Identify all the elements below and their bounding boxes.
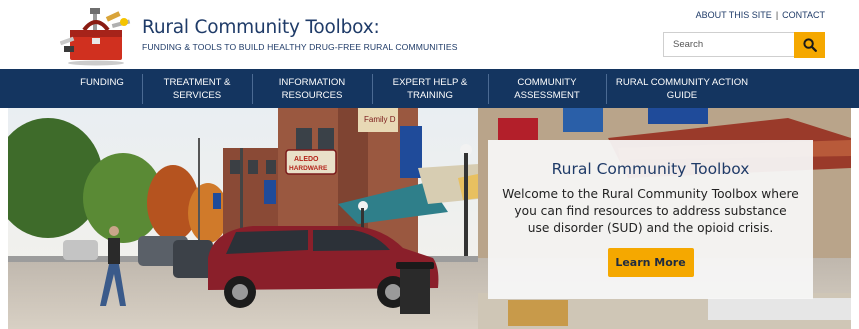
welcome-card: Rural Community Toolbox Welcome to the R… <box>488 140 813 299</box>
nav-label-line1: COMMUNITY <box>517 76 577 88</box>
nav-label-line1: INFORMATION <box>278 76 346 88</box>
nav-label-line2: SERVICES <box>172 89 222 101</box>
site-header: Rural Community Toolbox: FUNDING & TOOLS… <box>0 0 859 69</box>
contact-link[interactable]: CONTACT <box>782 10 825 20</box>
search-form <box>663 32 825 58</box>
search-icon <box>802 38 817 52</box>
search-input[interactable] <box>663 32 794 57</box>
svg-text:ALEDO: ALEDO <box>294 156 319 163</box>
nav-item-expert-help-training[interactable]: EXPERT HELP & TRAINING <box>372 69 488 108</box>
nav-label-line1: EXPERT HELP & <box>392 76 468 88</box>
toolbox-icon[interactable] <box>59 8 134 66</box>
site-tagline: FUNDING & TOOLS TO BUILD HEALTHY DRUG-FR… <box>142 42 458 52</box>
search-button[interactable] <box>794 32 825 58</box>
link-separator: | <box>775 10 779 20</box>
nav-label-line1: TREATMENT & <box>163 76 231 88</box>
svg-text:HARDWARE: HARDWARE <box>289 165 328 172</box>
nav-label-line2: TRAINING <box>407 89 453 101</box>
card-description: Welcome to the Rural Community Toolbox w… <box>502 187 799 235</box>
nav-label-line2 <box>80 89 124 102</box>
nav-label-line2: ASSESSMENT <box>514 89 580 101</box>
main-navigation: FUNDING TREATMENT & SERVICES INFORMATION R… <box>0 69 859 108</box>
nav-item-information-resources[interactable]: INFORMATION RESOURCES <box>252 69 372 108</box>
nav-item-rural-community-action-guide[interactable]: RURAL COMMUNITY ACTION GUIDE <box>606 69 758 108</box>
hero-banner: Family D ALEDO HARDWARE Rural Community … <box>8 108 851 329</box>
svg-text:Family D: Family D <box>364 115 396 124</box>
site-title[interactable]: Rural Community Toolbox: <box>142 17 380 38</box>
nav-item-funding[interactable]: FUNDING <box>62 69 142 108</box>
nav-label-line2: RESOURCES <box>281 89 343 101</box>
nav-item-treatment-services[interactable]: TREATMENT & SERVICES <box>142 69 252 108</box>
utility-links: ABOUT THIS SITE | CONTACT <box>696 10 825 20</box>
learn-more-button[interactable]: Learn More <box>607 248 694 277</box>
nav-label-line2: GUIDE <box>666 89 698 101</box>
card-title: Rural Community Toolbox <box>551 160 750 178</box>
nav-item-community-assessment[interactable]: COMMUNITY ASSESSMENT <box>488 69 606 108</box>
nav-label-line1: FUNDING <box>80 76 124 88</box>
about-link[interactable]: ABOUT THIS SITE <box>696 10 772 20</box>
nav-label-line1: RURAL COMMUNITY ACTION <box>615 76 749 88</box>
